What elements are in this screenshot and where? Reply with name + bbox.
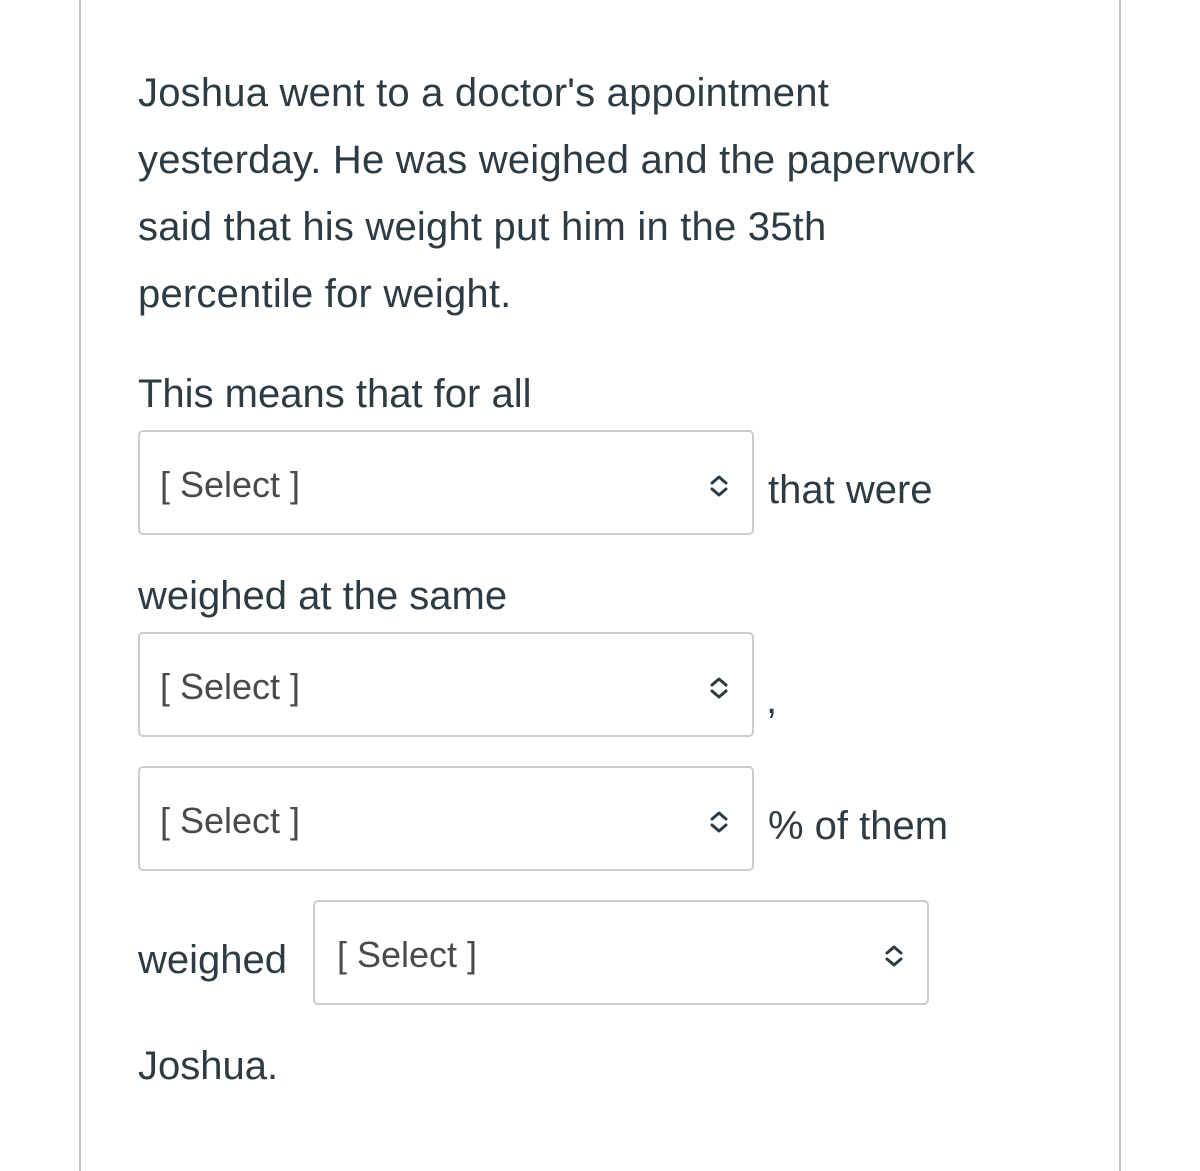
- question-intro: Joshua went to a doctor's appointment ye…: [138, 60, 1078, 328]
- dropdown-4-value: [ Select ]: [337, 934, 478, 975]
- dropdown-1[interactable]: [ Select ]: [138, 430, 754, 535]
- text-comma: ,: [766, 678, 778, 722]
- chevron-up-down-icon: [710, 475, 728, 497]
- dropdown-4[interactable]: [ Select ]: [313, 900, 929, 1005]
- chevron-up-down-icon: [710, 677, 728, 699]
- frame-border-left: [79, 0, 81, 1171]
- text-weighed: weighed: [138, 938, 288, 982]
- dropdown-3[interactable]: [ Select ]: [138, 766, 754, 871]
- frame-border-right: [1119, 0, 1121, 1171]
- text-this-means: This means that for all: [138, 372, 532, 416]
- chevron-up-down-icon: [710, 811, 728, 833]
- text-that-were: that were: [768, 468, 933, 512]
- intro-line: said that his weight put him in the 35th: [138, 205, 827, 249]
- text-percent-of-them: % of them: [768, 804, 949, 848]
- intro-line: percentile for weight.: [138, 272, 512, 316]
- dropdown-2[interactable]: [ Select ]: [138, 632, 754, 737]
- text-joshua: Joshua.: [138, 1044, 279, 1088]
- dropdown-3-value: [ Select ]: [160, 800, 301, 841]
- intro-line: Joshua went to a doctor's appointment: [138, 71, 830, 115]
- chevron-up-down-icon: [885, 945, 903, 967]
- text-weighed-same: weighed at the same: [138, 574, 508, 618]
- dropdown-1-value: [ Select ]: [160, 464, 301, 505]
- intro-line: yesterday. He was weighed and the paperw…: [138, 138, 976, 182]
- dropdown-2-value: [ Select ]: [160, 666, 301, 707]
